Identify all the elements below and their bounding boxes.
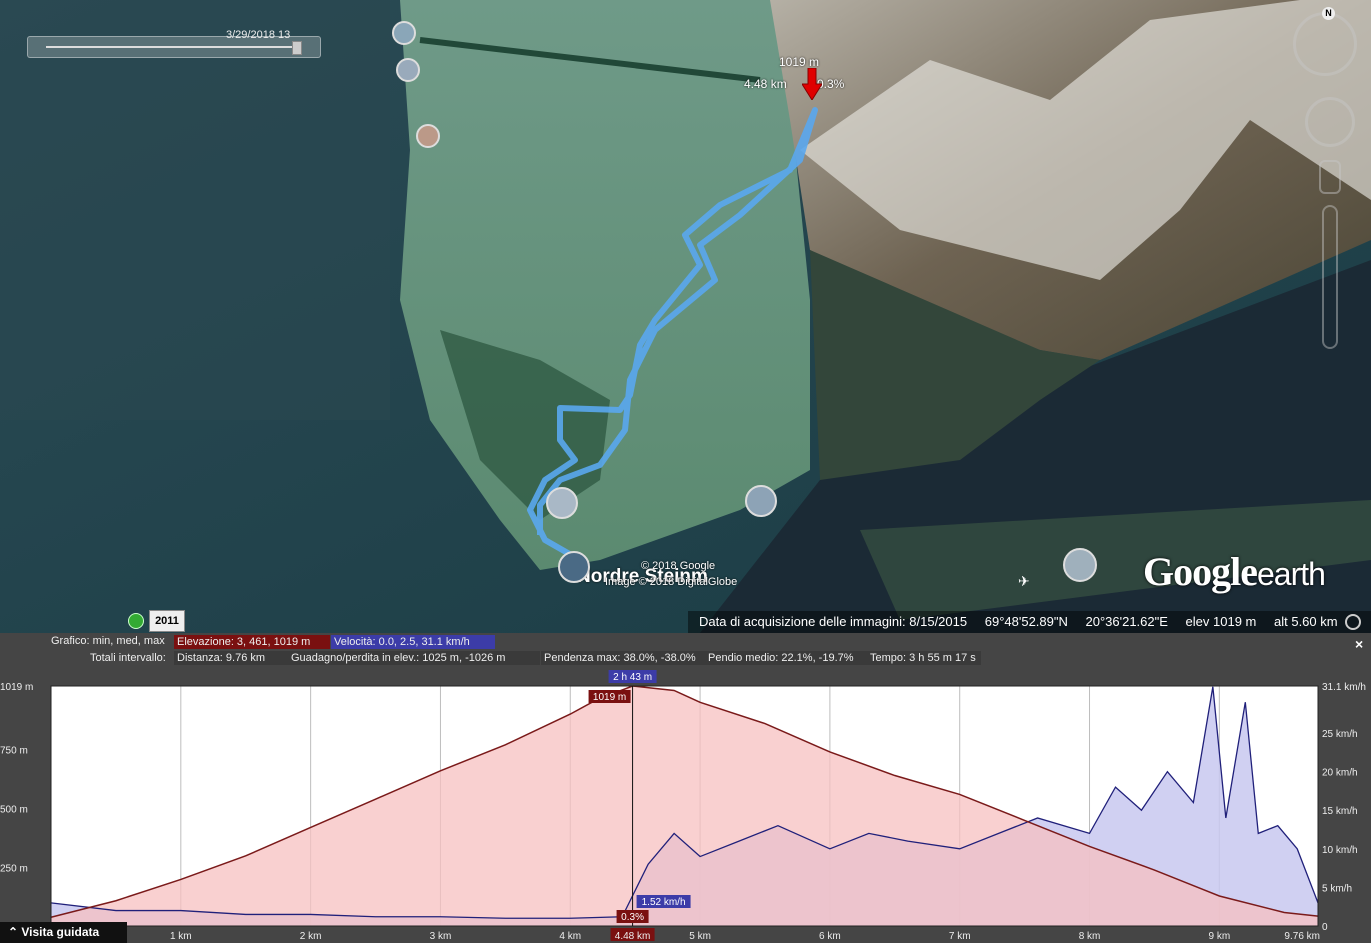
historical-imagery-clock-icon[interactable] bbox=[128, 613, 144, 629]
time-chip: Tempo: 3 h 55 m 17 s bbox=[867, 651, 981, 665]
max-slope-chip: Pendenza max: 38.0%, -38.0% bbox=[541, 651, 705, 665]
zoom-slider[interactable] bbox=[1322, 205, 1338, 349]
google-earth-logo: Googleearth bbox=[1143, 548, 1326, 595]
time-slider-knob[interactable] bbox=[292, 41, 302, 55]
status-bar: Data di acquisizione delle immagini: 8/1… bbox=[688, 611, 1371, 633]
acquisition-date: Data di acquisizione delle immagini: 8/1… bbox=[699, 614, 968, 629]
map-view[interactable]: 3/29/2018 13 1019 m 4.48 km 0.3% Nordre … bbox=[0, 0, 1371, 633]
google-earth-logo-sub: earth bbox=[1256, 556, 1326, 592]
close-icon[interactable]: × bbox=[1355, 636, 1363, 652]
elevation-profile-panel: Grafico: min, med, max Elevazione: 3, 46… bbox=[0, 633, 1371, 943]
google-earth-logo-main: Google bbox=[1143, 549, 1258, 594]
photo-icon[interactable] bbox=[546, 487, 578, 519]
marker-distance-label: 4.48 km bbox=[744, 77, 787, 91]
elevation-chip[interactable]: Elevazione: 3, 461, 1019 m bbox=[174, 635, 330, 649]
compass-ring-icon[interactable] bbox=[1293, 12, 1357, 76]
photo-icon[interactable] bbox=[558, 551, 590, 583]
time-slider-track[interactable] bbox=[46, 46, 296, 48]
airport-icon: ✈ bbox=[1018, 573, 1030, 589]
longitude: 20°36'21.62"E bbox=[1085, 614, 1168, 629]
north-indicator-icon[interactable]: N bbox=[1322, 7, 1335, 20]
marker-elevation-label: 1019 m bbox=[779, 55, 820, 69]
speed-chip[interactable]: Velocità: 0.0, 2.5, 31.1 km/h bbox=[331, 635, 495, 649]
time-slider-label: 3/29/2018 13 bbox=[226, 29, 291, 41]
street-view-pegman-icon[interactable] bbox=[1319, 160, 1341, 194]
guided-tour-button[interactable]: ⌃ Visita guidata bbox=[0, 922, 127, 943]
photo-icon[interactable] bbox=[392, 21, 416, 45]
photo-icon[interactable] bbox=[396, 58, 420, 82]
time-slider[interactable]: 3/29/2018 13 bbox=[27, 29, 321, 58]
gain-loss-chip: Guadagno/perdita in elev.: 1025 m, -1026… bbox=[288, 651, 540, 665]
satellite-imagery bbox=[0, 0, 1371, 633]
look-joystick-icon[interactable] bbox=[1305, 97, 1355, 147]
distance-chip: Distanza: 9.76 km bbox=[174, 651, 288, 665]
guided-tour-label: Visita guidata bbox=[21, 925, 100, 939]
guided-tour-chevron-icon: ⌃ bbox=[8, 925, 22, 939]
position-marker-icon bbox=[802, 68, 822, 100]
latitude: 69°48'52.89"N bbox=[984, 614, 1068, 629]
altitude-readout: alt 5.60 km bbox=[1274, 614, 1338, 629]
graph-label: Grafico: min, med, max bbox=[51, 635, 165, 647]
photo-icon[interactable] bbox=[416, 124, 440, 148]
streaming-indicator-icon bbox=[1345, 614, 1361, 630]
copyright-imagery: Image © 2018 DigitalGlobe bbox=[605, 576, 738, 588]
avg-slope-chip: Pendio medio: 22.1%, -19.7% bbox=[705, 651, 867, 665]
elevation-readout: elev 1019 m bbox=[1185, 614, 1257, 629]
imagery-year-badge[interactable]: 2011 bbox=[149, 610, 185, 632]
photo-icon[interactable] bbox=[1063, 548, 1097, 582]
totals-label: Totali intervallo: bbox=[90, 652, 166, 664]
copyright-google: © 2018 Google bbox=[641, 560, 716, 572]
photo-icon[interactable] bbox=[745, 485, 777, 517]
